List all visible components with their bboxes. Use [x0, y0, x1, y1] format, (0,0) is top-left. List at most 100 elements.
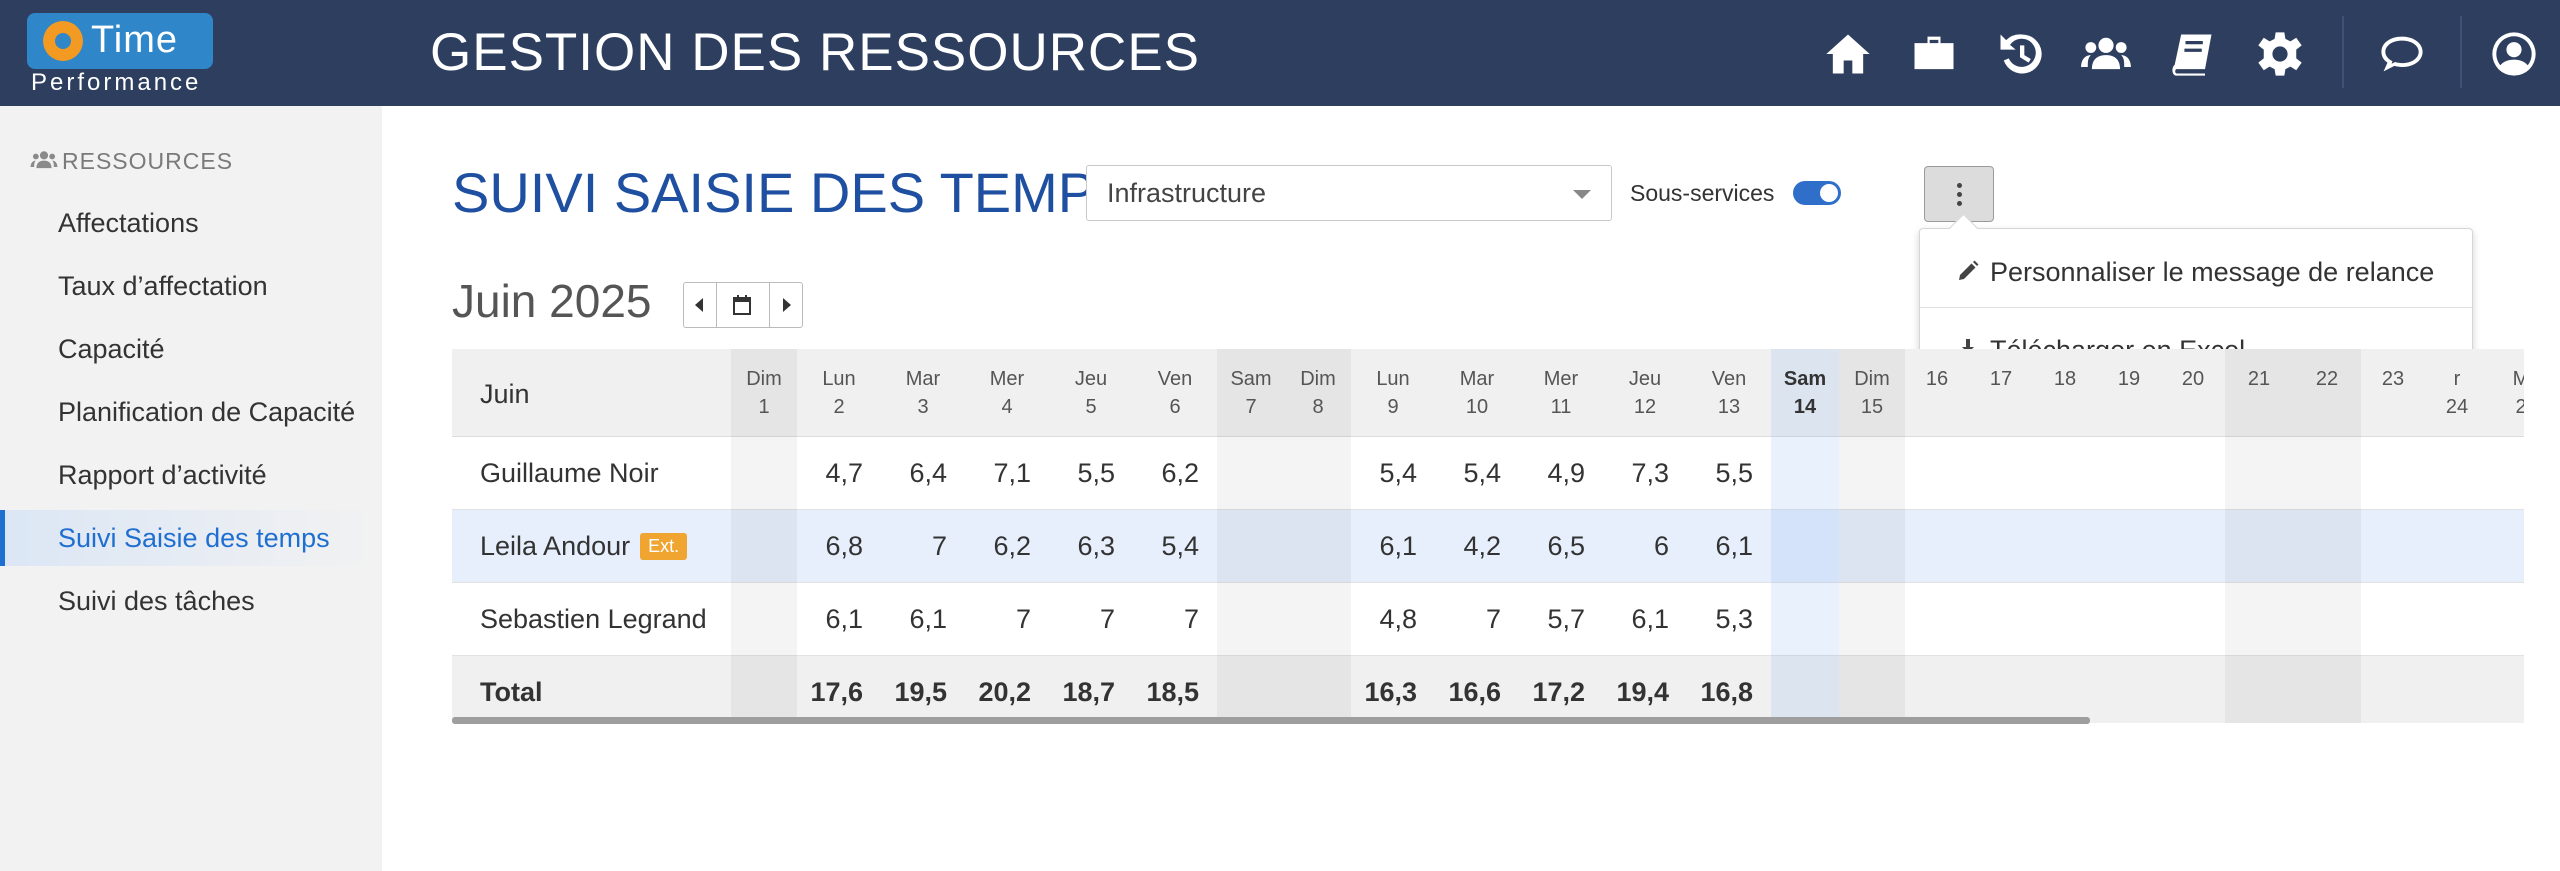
- calendar-icon: [733, 295, 751, 315]
- service-select-value: Infrastructure: [1107, 178, 1267, 208]
- horizontal-scrollbar[interactable]: [452, 717, 2090, 724]
- day-number: 16: [1925, 368, 1949, 390]
- menu-item-label: Personnaliser le message de relance: [1990, 257, 2435, 287]
- day-of-week: Ven: [1157, 368, 1193, 390]
- next-month-button[interactable]: [770, 283, 802, 327]
- hours-cell: 7,1: [993, 458, 1031, 488]
- day-column: 16: [1905, 349, 1969, 723]
- sidebar-item-rapport-activite[interactable]: Rapport d’activité: [0, 447, 382, 503]
- day-number: 14: [1793, 396, 1817, 418]
- subservices-toggle[interactable]: [1793, 181, 1841, 205]
- day-header: 16: [1905, 365, 1969, 393]
- day-column: 20: [2161, 349, 2225, 723]
- sidebar-item-suivi-saisie-temps[interactable]: Suivi Saisie des temps: [0, 510, 382, 566]
- day-number: 22: [2315, 368, 2339, 390]
- day-header: Sam 7: [1217, 365, 1285, 421]
- day-column: Dim 8: [1285, 349, 1351, 723]
- day-column: 18: [2033, 349, 2097, 723]
- home-icon[interactable]: [1822, 28, 1874, 80]
- hours-cell: 4,8: [1379, 604, 1417, 634]
- month-column-header: Juin: [480, 379, 530, 409]
- hours-cell: 7,3: [1631, 458, 1669, 488]
- more-options-button[interactable]: [1924, 166, 1994, 222]
- hours-cell: 5,5: [1077, 458, 1115, 488]
- service-select[interactable]: Infrastructure: [1086, 165, 1612, 221]
- sidebar-item-affectations[interactable]: Affectations: [0, 195, 382, 251]
- hours-cell: 6,2: [993, 531, 1031, 561]
- hours-cell: 6,1: [909, 604, 947, 634]
- day-number: 23: [2381, 368, 2405, 390]
- sidebar-item-label: Suivi Saisie des temps: [58, 523, 330, 553]
- hours-cell: 6,1: [1631, 604, 1669, 634]
- chat-icon[interactable]: [2376, 28, 2428, 80]
- sidebar-item-planification-capacite[interactable]: Planification de Capacité: [0, 384, 382, 440]
- logo-mark-icon: [43, 21, 83, 61]
- hours-cell: 5,3: [1715, 604, 1753, 634]
- dot: [1957, 201, 1962, 206]
- sidebar-item-capacite[interactable]: Capacité: [0, 321, 382, 377]
- previous-month-button[interactable]: [684, 283, 717, 327]
- hours-cell: 5,4: [1379, 458, 1417, 488]
- day-header: Mer 11: [1519, 365, 1603, 421]
- hours-cell: 7: [1099, 604, 1115, 634]
- day-of-week: Dim: [1854, 368, 1890, 390]
- day-header: Mar 3: [881, 365, 965, 421]
- day-header: Dim 1: [731, 365, 797, 421]
- day-number: 2: [833, 396, 845, 418]
- day-column: 21: [2225, 349, 2293, 723]
- hours-cell: 5,5: [1715, 458, 1753, 488]
- day-number: 8: [1312, 396, 1324, 418]
- day-number: 1: [758, 396, 770, 418]
- day-column: Mer 4 7,1 6,2 7 20,2: [965, 349, 1049, 723]
- day-header: Jeu 12: [1603, 365, 1687, 421]
- day-number: 17: [1989, 368, 2013, 390]
- day-header: 20: [2161, 365, 2225, 393]
- menu-item-customize-reminder[interactable]: Personnaliser le message de relance: [1920, 237, 2472, 307]
- day-number: 2: [2515, 396, 2524, 418]
- day-column: Sam 7: [1217, 349, 1285, 723]
- month-label: Juin 2025: [452, 275, 652, 327]
- history-icon[interactable]: [1994, 28, 2046, 80]
- day-header: Mar 10: [1435, 365, 1519, 421]
- hours-cell: 7: [1183, 604, 1199, 634]
- gear-icon[interactable]: [2254, 28, 2306, 80]
- day-header: 22: [2293, 365, 2361, 393]
- day-column: Lun 2 4,7 6,8 6,1 17,6: [797, 349, 881, 723]
- briefcase-icon[interactable]: [1908, 28, 1960, 80]
- day-header: Ven 6: [1133, 365, 1217, 421]
- day-number: 18: [2053, 368, 2077, 390]
- sidebar-item-suivi-taches[interactable]: Suivi des tâches: [0, 573, 382, 629]
- day-column: r 24: [2425, 349, 2489, 723]
- day-header: Ven 13: [1687, 365, 1771, 421]
- timesheet-table: Juin Guillaume Noir Leila Andour Ext. Seb…: [452, 349, 2524, 723]
- day-header: Sam 14: [1771, 365, 1839, 421]
- hours-cell: 6,4: [909, 458, 947, 488]
- resource-name: Guillaume Noir: [480, 458, 659, 489]
- day-number: 15: [1860, 396, 1884, 418]
- day-header: 23: [2361, 365, 2425, 393]
- sidebar: RESSOURCES Affectations Taux d’affectati…: [0, 106, 382, 871]
- book-icon[interactable]: [2166, 28, 2218, 80]
- day-column: Mer 11 4,9 6,5 5,7 17,2: [1519, 349, 1603, 723]
- day-header: Dim 8: [1285, 365, 1351, 421]
- resource-name-text: Sebastien Legrand: [480, 604, 707, 634]
- total-cell: 16,6: [1448, 677, 1501, 707]
- day-column: Sam 14: [1771, 349, 1839, 723]
- sidebar-item-label: Capacité: [58, 334, 165, 364]
- users-icon[interactable]: [2080, 28, 2132, 80]
- calendar-button[interactable]: [717, 283, 770, 327]
- day-of-week: Mar: [905, 368, 941, 390]
- day-of-week: Dim: [1300, 368, 1336, 390]
- app-logo[interactable]: Time Performance: [27, 13, 213, 99]
- day-column: Jeu 5 5,5 6,3 7 18,7: [1049, 349, 1133, 723]
- hours-cell: 5,7: [1547, 604, 1585, 634]
- day-of-week: Sam: [1783, 368, 1827, 390]
- day-column: Dim 1: [731, 349, 797, 723]
- user-icon[interactable]: [2488, 28, 2540, 80]
- day-of-week: Mer: [1543, 368, 1579, 390]
- day-number: 4: [1001, 396, 1013, 418]
- users-icon: [30, 151, 58, 169]
- day-of-week: Lun: [822, 368, 856, 390]
- resource-name: Sebastien Legrand: [480, 604, 707, 635]
- sidebar-item-taux-affectation[interactable]: Taux d’affectation: [0, 258, 382, 314]
